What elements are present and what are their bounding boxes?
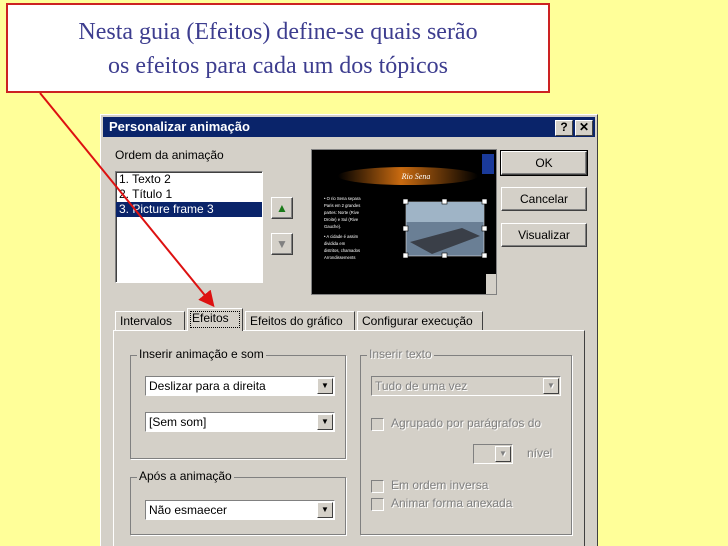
callout-arrow — [39, 92, 215, 308]
tab-effects[interactable]: Efeitos — [187, 308, 243, 331]
